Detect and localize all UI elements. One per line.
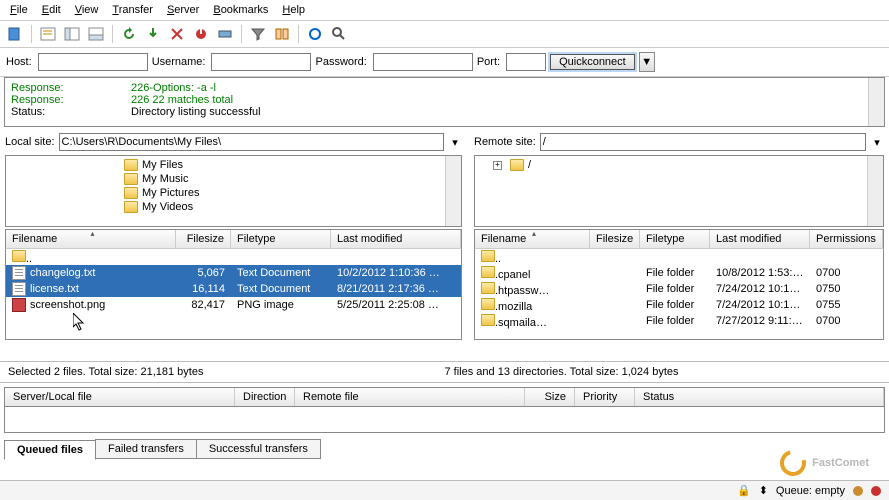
queue-status-icon: ⬍ bbox=[759, 484, 768, 497]
local-tree-scrollbar[interactable] bbox=[445, 156, 461, 226]
activity-led-2 bbox=[871, 486, 881, 496]
tab-successful-transfers[interactable]: Successful transfers bbox=[196, 439, 321, 459]
tab-failed-transfers[interactable]: Failed transfers bbox=[95, 439, 197, 459]
folder-icon bbox=[481, 250, 495, 262]
username-label: Username: bbox=[152, 56, 206, 68]
toolbar bbox=[0, 21, 889, 48]
list-item[interactable]: license.txt16,114Text Document8/21/2011 … bbox=[6, 281, 461, 297]
folder-icon bbox=[12, 250, 26, 262]
list-item[interactable]: .cpanelFile folder10/8/2012 1:53:…0700 bbox=[475, 265, 883, 281]
menu-help[interactable]: Help bbox=[276, 2, 311, 18]
local-site-label: Local site: bbox=[5, 136, 55, 148]
txt-icon bbox=[12, 266, 26, 280]
tree-item[interactable]: My Pictures bbox=[124, 186, 459, 200]
filter-icon[interactable] bbox=[247, 23, 269, 45]
local-path-dropdown[interactable]: ▾ bbox=[448, 136, 462, 149]
queue-tabs: Queued files Failed transfers Successful… bbox=[4, 439, 885, 459]
list-item[interactable]: .mozillaFile folder7/24/2012 10:1…0755 bbox=[475, 297, 883, 313]
port-input[interactable] bbox=[506, 53, 546, 71]
tree-item[interactable]: My Videos bbox=[124, 200, 459, 214]
folder-icon bbox=[510, 159, 524, 171]
list-item[interactable]: .. bbox=[475, 249, 883, 265]
png-icon bbox=[12, 298, 26, 312]
encryption-icon: 🔒 bbox=[737, 484, 751, 497]
remote-tree-scrollbar[interactable] bbox=[867, 156, 883, 226]
folder-icon bbox=[124, 201, 138, 213]
menubar: File Edit View Transfer Server Bookmarks… bbox=[0, 0, 889, 21]
remote-status: 7 files and 13 directories. Total size: … bbox=[445, 366, 882, 378]
quickconnect-button[interactable]: Quickconnect bbox=[550, 54, 635, 70]
toggle-log-icon[interactable] bbox=[37, 23, 59, 45]
tab-queued-files[interactable]: Queued files bbox=[4, 440, 96, 460]
disconnect-icon[interactable] bbox=[190, 23, 212, 45]
tree-item[interactable]: My Music bbox=[124, 172, 459, 186]
local-file-list[interactable]: ..changelog.txt5,067Text Document10/2/20… bbox=[5, 248, 462, 340]
host-label: Host: bbox=[6, 56, 32, 68]
list-item[interactable]: .htpassw…File folder7/24/2012 10:1…0750 bbox=[475, 281, 883, 297]
refresh-icon[interactable] bbox=[118, 23, 140, 45]
selection-status: Selected 2 files. Total size: 21,181 byt… bbox=[0, 361, 889, 383]
queue-status-text: Queue: empty bbox=[776, 485, 845, 497]
menu-view[interactable]: View bbox=[69, 2, 105, 18]
list-item[interactable]: screenshot.png82,417PNG image5/25/2011 2… bbox=[6, 297, 461, 313]
list-item[interactable]: .. bbox=[6, 249, 461, 265]
local-list-header[interactable]: Filename▴ Filesize Filetype Last modifie… bbox=[5, 229, 462, 248]
activity-led-1 bbox=[853, 486, 863, 496]
folder-icon bbox=[481, 298, 495, 310]
quickconnect-dropdown[interactable]: ▼ bbox=[639, 52, 655, 72]
cancel-icon[interactable] bbox=[166, 23, 188, 45]
port-label: Port: bbox=[477, 56, 500, 68]
folder-icon bbox=[481, 266, 495, 278]
remote-path-dropdown[interactable]: ▾ bbox=[870, 136, 884, 149]
queue-header[interactable]: Server/Local file Direction Remote file … bbox=[4, 387, 885, 407]
remote-tree[interactable]: +/ bbox=[474, 155, 884, 227]
menu-edit[interactable]: Edit bbox=[36, 2, 67, 18]
password-label: Password: bbox=[315, 56, 366, 68]
local-tree[interactable]: My FilesMy MusicMy PicturesMy Videos bbox=[5, 155, 462, 227]
search-icon[interactable] bbox=[328, 23, 350, 45]
remote-file-list[interactable]: ...cpanelFile folder10/8/2012 1:53:…0700… bbox=[474, 248, 884, 340]
list-item[interactable]: changelog.txt5,067Text Document10/2/2012… bbox=[6, 265, 461, 281]
reconnect-icon[interactable] bbox=[214, 23, 236, 45]
menu-file[interactable]: File bbox=[4, 2, 34, 18]
quickconnect-bar: Host: Username: Password: Port: Quickcon… bbox=[0, 48, 889, 77]
statusbar: 🔒 ⬍ Queue: empty bbox=[0, 480, 889, 500]
process-queue-icon[interactable] bbox=[142, 23, 164, 45]
username-input[interactable] bbox=[211, 53, 311, 71]
message-log[interactable]: Response:226-Options: -a -lResponse:226 … bbox=[4, 77, 885, 127]
list-item[interactable]: .sqmaila…File folder7/27/2012 9:11:…0700 bbox=[475, 313, 883, 329]
remote-panel: Remote site: ▾ +/ Filename▴ Filesize Fil… bbox=[470, 131, 888, 359]
host-input[interactable] bbox=[38, 53, 148, 71]
folder-icon bbox=[481, 314, 495, 326]
sync-browse-icon[interactable] bbox=[304, 23, 326, 45]
menu-bookmarks[interactable]: Bookmarks bbox=[207, 2, 274, 18]
local-status: Selected 2 files. Total size: 21,181 byt… bbox=[8, 366, 445, 378]
tree-item[interactable]: My Files bbox=[124, 158, 459, 172]
compare-icon[interactable] bbox=[271, 23, 293, 45]
folder-icon bbox=[481, 282, 495, 294]
remote-list-header[interactable]: Filename▴ Filesize Filetype Last modifie… bbox=[474, 229, 884, 248]
sitemanager-icon[interactable] bbox=[4, 23, 26, 45]
menu-server[interactable]: Server bbox=[161, 2, 205, 18]
toggle-tree-icon[interactable] bbox=[61, 23, 83, 45]
folder-icon bbox=[124, 159, 138, 171]
txt-icon bbox=[12, 282, 26, 296]
local-panel: Local site: ▾ My FilesMy MusicMy Picture… bbox=[1, 131, 466, 359]
password-input[interactable] bbox=[373, 53, 473, 71]
menu-transfer[interactable]: Transfer bbox=[106, 2, 159, 18]
toggle-queue-icon[interactable] bbox=[85, 23, 107, 45]
remote-site-label: Remote site: bbox=[474, 136, 536, 148]
local-path-input[interactable] bbox=[59, 133, 444, 151]
queue-list[interactable] bbox=[4, 407, 885, 433]
folder-icon bbox=[124, 173, 138, 185]
folder-icon bbox=[124, 187, 138, 199]
log-scrollbar[interactable] bbox=[868, 78, 884, 126]
remote-path-input[interactable] bbox=[540, 133, 866, 151]
